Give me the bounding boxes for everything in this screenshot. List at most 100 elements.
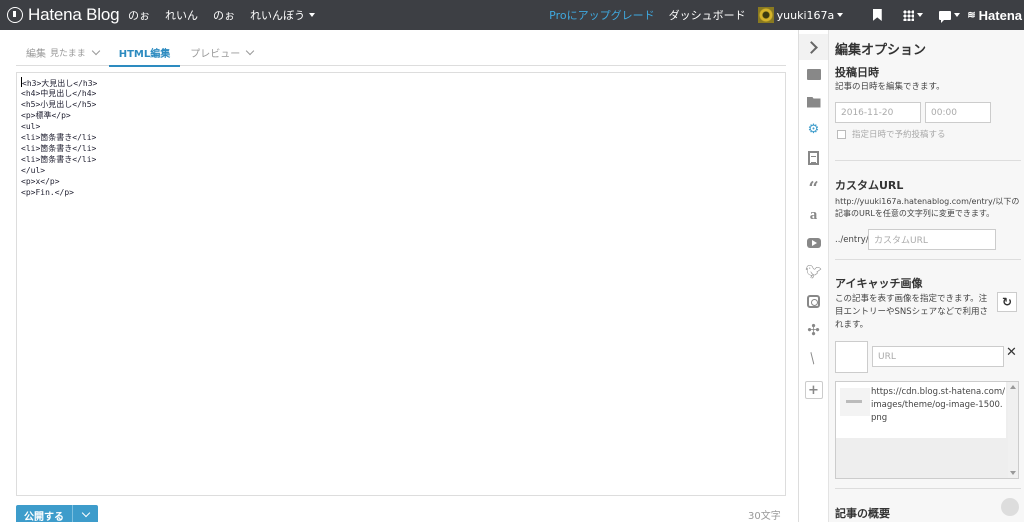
custom-url-input[interactable]: カスタムURL: [868, 229, 996, 250]
hatena-text: Hatena: [978, 7, 1022, 23]
tab-wysiwyg[interactable]: 編集 見たまま: [16, 38, 109, 66]
hatena-blog-logo[interactable]: Hatena Blog: [0, 5, 128, 25]
publish-options-dropdown[interactable]: [73, 508, 98, 518]
instagram-button[interactable]: [799, 291, 828, 311]
editor-tool-sidebar: ⚙ “ a 🐦︎ ✣ ⁄ +: [798, 30, 828, 522]
chevron-down-icon: [917, 13, 924, 17]
dashboard-link[interactable]: ダッシュボード: [669, 7, 746, 23]
candidates-scrollbar[interactable]: [1008, 382, 1018, 478]
amazon-button[interactable]: a: [799, 205, 828, 225]
speech-bubble-icon: [938, 10, 951, 23]
chevron-down-icon: [837, 13, 844, 17]
blog-nav-item[interactable]: のぉ: [128, 7, 150, 23]
panel-title: 編集オプション: [835, 43, 927, 58]
code-line: <li>箇条書き</li>: [21, 144, 97, 153]
chevron-down-icon: [91, 46, 100, 55]
code-text: <h3>大見出し</h3>: [22, 79, 98, 88]
edit-options-button[interactable]: ⚙: [799, 119, 828, 139]
tab-label: 編集: [26, 48, 46, 60]
character-count: 30文字: [748, 511, 781, 522]
post-date-description: 記事の日時を編集できます。: [835, 82, 945, 92]
reload-eyecatch-button[interactable]: ↻: [997, 292, 1017, 312]
blog-nav-item[interactable]: のぉ: [213, 7, 235, 23]
code-line: <li>箇条書き</li>: [21, 133, 97, 142]
youtube-button[interactable]: [799, 233, 828, 253]
code-line: <h3>大見出し</h3>: [21, 77, 781, 88]
tab-label: プレビュー: [190, 48, 241, 60]
tab-label: HTML編集: [118, 48, 171, 60]
twitter-button[interactable]: 🐦︎: [799, 262, 828, 282]
candidate-url: https://cdn.blog.st-hatena.com/images/th…: [871, 387, 1005, 423]
hatena-logo-icon: [7, 7, 23, 23]
quote-icon: “: [808, 178, 819, 199]
code-line: <li>箇条書き</li>: [21, 155, 97, 164]
eyecatch-heading: アイキャッチ画像: [835, 277, 923, 290]
chevron-down-icon: [81, 508, 90, 518]
bookmark-button[interactable]: [859, 0, 895, 30]
notifications-button[interactable]: [931, 0, 967, 30]
quote-button[interactable]: “: [799, 176, 828, 199]
chevron-down-icon: [246, 46, 255, 55]
tab-preview[interactable]: プレビュー: [180, 38, 263, 66]
chevron-right-icon: [805, 40, 818, 54]
publish-button-group: 公開する: [16, 505, 98, 522]
grid-icon: [903, 9, 915, 21]
editor-mode-tabs: 編集 見たまま HTML編集 プレビュー: [16, 38, 786, 67]
draft-button[interactable]: [799, 148, 828, 168]
candidate-thumbnail: [840, 388, 870, 416]
bookmark-icon: [872, 9, 882, 21]
username: yuuki167a: [776, 8, 835, 22]
youtube-icon: [806, 238, 821, 248]
header-right: Proにアップグレード ダッシュボード yuuki167a ≋ Hatena: [549, 0, 1024, 30]
eyecatch-candidates-list: https://cdn.blog.st-hatena.com/images/th…: [835, 381, 1019, 479]
divider: [835, 160, 1021, 161]
feedback-icon[interactable]: [1001, 498, 1019, 516]
amazon-icon: a: [809, 206, 818, 223]
blog-nav-item[interactable]: れいん: [165, 7, 198, 23]
tab-sublabel: 見たまま: [50, 48, 86, 59]
post-time-input[interactable]: 00:00: [925, 102, 991, 123]
clear-eyecatch-button[interactable]: ✕: [1006, 345, 1017, 360]
close-icon: ✕: [1006, 345, 1017, 360]
category-button[interactable]: [799, 92, 828, 112]
gear-icon: ⚙: [807, 121, 820, 137]
user-menu[interactable]: yuuki167a: [757, 7, 844, 23]
scroll-up-icon: [1010, 385, 1016, 389]
pro-upgrade-link[interactable]: Proにアップグレード: [549, 7, 654, 23]
blog-switch-dropdown[interactable]: れいんぼう: [250, 7, 315, 23]
twitter-bird-icon: 🐦︎: [805, 264, 822, 280]
divider: [835, 488, 1021, 489]
add-tool-button[interactable]: +: [799, 380, 828, 400]
paint-button[interactable]: ⁄: [799, 349, 828, 369]
code-line: <p>Fin.</p>: [21, 188, 74, 197]
avatar: [757, 7, 774, 23]
photo-upload-button[interactable]: [799, 64, 828, 84]
summary-heading: 記事の概要: [835, 507, 890, 520]
eyecatch-description: この記事を表す画像を指定できます。注目エントリーやSNSシェアなどで利用されます…: [835, 294, 988, 330]
post-date-input[interactable]: 2016-11-20: [835, 102, 921, 123]
folder-icon: [806, 96, 821, 108]
code-line: <p>x</p>: [21, 177, 60, 186]
hatena-link[interactable]: ≋ Hatena: [967, 8, 1024, 23]
brush-icon: ⁄: [807, 352, 820, 366]
eyecatch-preview: [835, 341, 868, 373]
publish-button[interactable]: 公開する: [16, 505, 73, 522]
instagram-icon: [807, 294, 820, 308]
divider: [835, 259, 1021, 260]
schedule-checkbox[interactable]: [837, 129, 846, 139]
html-editor-textarea[interactable]: <h3>大見出し</h3> <h4>中見出し</h4> <h5>小見出し</h5…: [16, 72, 786, 496]
collapse-panel-button[interactable]: [799, 34, 828, 60]
edit-options-panel: 編集オプション 投稿日時 記事の日時を編集できます。 2016-11-20 00…: [828, 30, 1024, 522]
post-date-heading: 投稿日時: [835, 66, 879, 79]
eyecatch-candidate[interactable]: https://cdn.blog.st-hatena.com/images/th…: [836, 382, 1006, 438]
gallery-button[interactable]: ✣: [799, 320, 828, 340]
global-header: Hatena Blog のぉ れいん のぉ れいんぼう Proにアップグレード …: [0, 0, 1024, 30]
tab-html-edit[interactable]: HTML編集: [108, 38, 181, 67]
code-line: <p>標準</p>: [21, 111, 71, 120]
eyecatch-url-input[interactable]: URL: [872, 346, 1004, 367]
code-line: <h4>中見出し</h4>: [21, 89, 97, 98]
chevron-down-icon: [953, 13, 960, 17]
schedule-post-option[interactable]: 指定日時で予約投稿する: [837, 128, 946, 140]
code-line: </ul>: [21, 166, 46, 175]
apps-menu-button[interactable]: [895, 0, 931, 30]
